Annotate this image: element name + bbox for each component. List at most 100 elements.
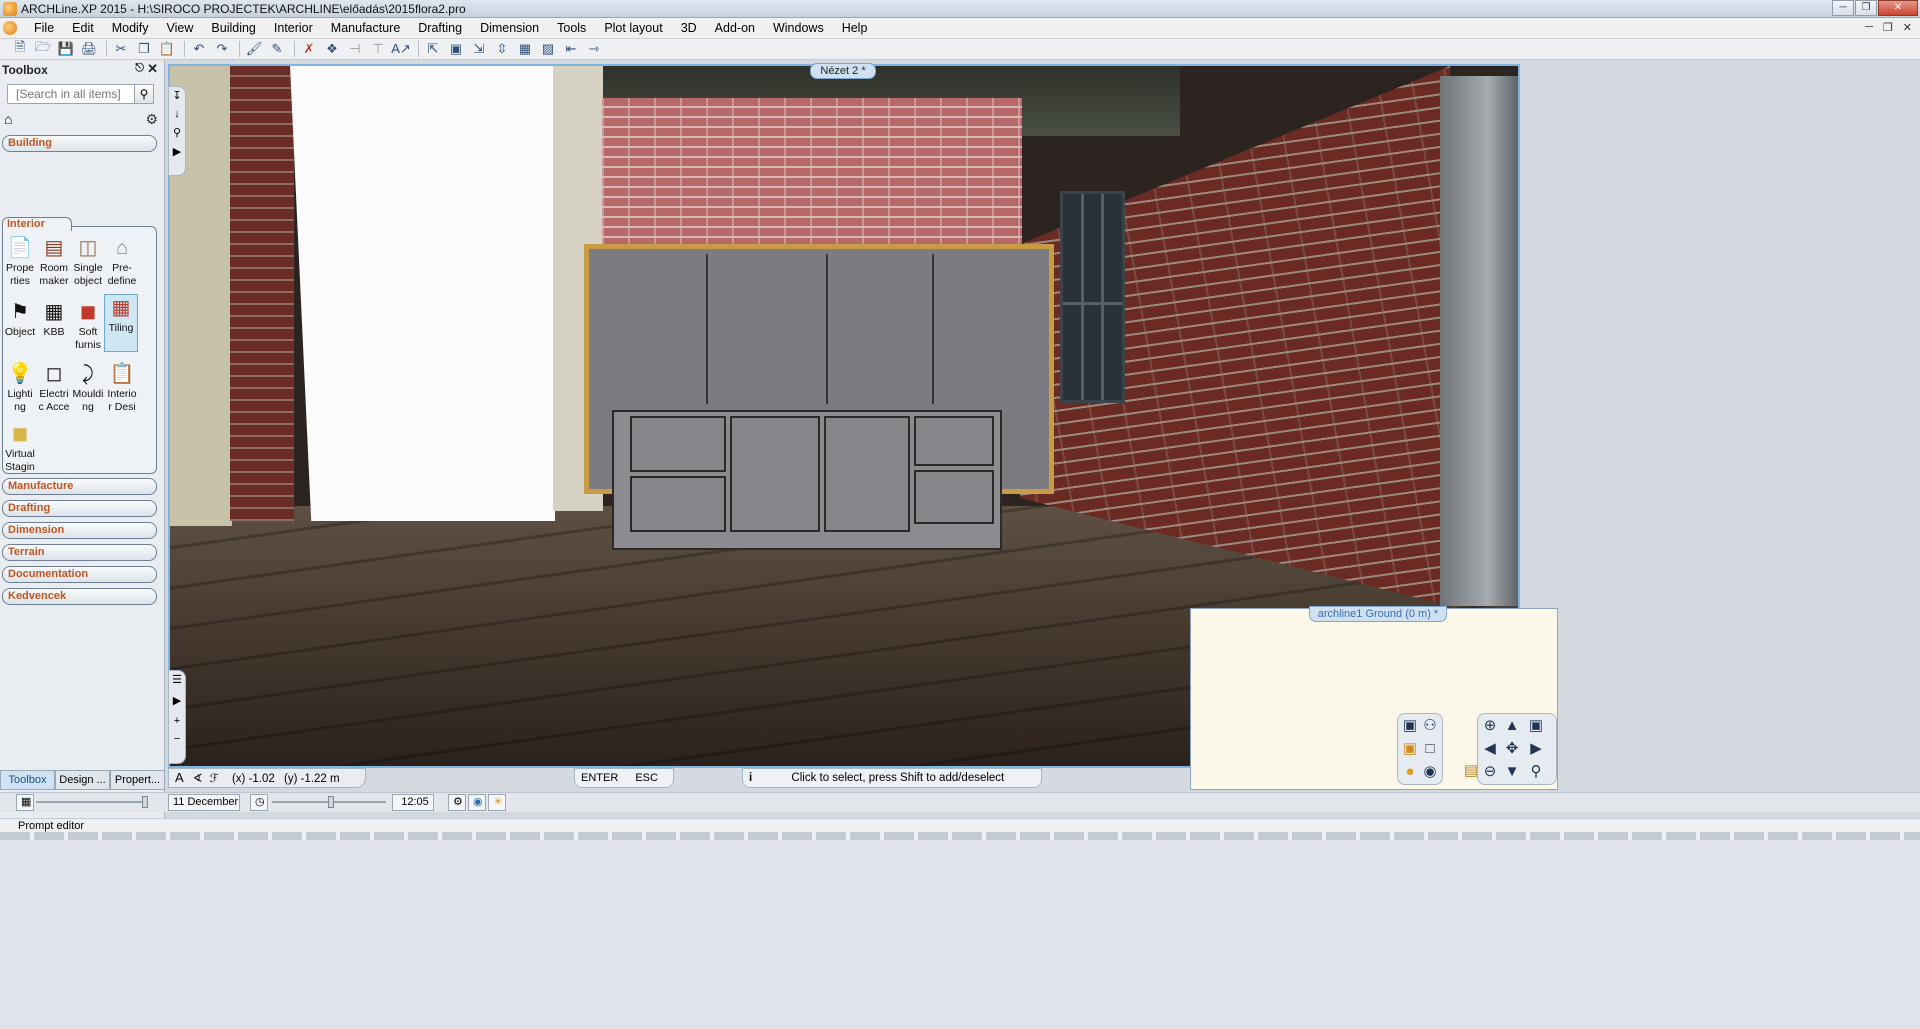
relative-icon[interactable]: ℱ (210, 773, 219, 785)
text-icon[interactable]: A↗ (391, 40, 411, 58)
select-lines-icon[interactable]: ⇲ (469, 40, 489, 58)
layers-icon[interactable]: ▤ (1461, 761, 1481, 781)
minimize-button[interactable]: ─ (1832, 0, 1854, 16)
tool-soft-furnishing[interactable]: ◼ Soft furnis (71, 299, 105, 352)
sun-icon[interactable]: ● (1400, 762, 1420, 782)
camera-icon[interactable]: ▣ (1400, 716, 1420, 736)
play-icon[interactable]: ▶ (169, 145, 185, 158)
menu-drafting[interactable]: Drafting (409, 18, 471, 39)
undo-icon[interactable]: ↶ (189, 40, 209, 58)
mdi-minimize-icon[interactable]: ─ (1865, 21, 1873, 34)
search-icon[interactable]: ⚲ (134, 84, 154, 104)
gear-icon[interactable]: ⚙ (145, 111, 158, 128)
date-field[interactable]: 11 December (168, 794, 240, 811)
pan-icon[interactable]: ✥ (1502, 739, 1522, 759)
print-icon[interactable]: 🖨 (79, 40, 99, 58)
sun-settings-icon[interactable]: ⚙ (448, 794, 466, 811)
date-slider-knob[interactable] (142, 796, 148, 808)
menu-file[interactable]: File (25, 18, 63, 39)
zoom-window-icon[interactable]: ⚲ (1526, 762, 1546, 782)
tool-kbb[interactable]: ▦ KBB (37, 299, 71, 339)
enter-key[interactable]: ENTER (581, 772, 618, 784)
list-icon[interactable]: ☰ (169, 673, 185, 686)
paint-brush-icon[interactable]: 🖌 (244, 40, 264, 58)
walk-down-icon[interactable]: ↓ (169, 108, 185, 120)
menu-add-on[interactable]: Add-on (706, 18, 764, 39)
open-folder-icon[interactable]: 🗁 (33, 39, 53, 58)
hide-icon[interactable]: ↧ (169, 89, 185, 102)
copy-icon[interactable]: ❐ (134, 40, 154, 58)
menu-edit[interactable]: Edit (63, 18, 103, 39)
time-field[interactable]: 12:05 (392, 794, 434, 811)
category-kedvencek[interactable]: Kedvencek (2, 588, 157, 605)
menu-help[interactable]: Help (833, 18, 877, 39)
trim-icon[interactable]: ❖ (322, 40, 342, 58)
zoom-in-icon[interactable]: ⊕ (1480, 716, 1500, 736)
menu-windows[interactable]: Windows (764, 18, 833, 39)
tab-toolbox[interactable]: Toolbox (0, 770, 55, 790)
pencil-icon[interactable]: ✎ (267, 40, 287, 58)
esc-key[interactable]: ESC (635, 772, 658, 784)
new-file-icon[interactable]: 🗎 (10, 39, 30, 58)
menu-view[interactable]: View (158, 18, 203, 39)
select-fence-icon[interactable]: ▨ (538, 40, 558, 58)
category-terrain[interactable]: Terrain (2, 544, 157, 561)
maximize-button[interactable]: ❐ (1855, 0, 1877, 16)
select-window-icon[interactable]: ▣ (446, 40, 466, 58)
zoom-extents-icon[interactable]: ▣ (1526, 716, 1546, 736)
sun-icon[interactable]: ☀ (488, 794, 506, 811)
tool-single-object[interactable]: ◫ Single object (71, 235, 105, 288)
tool-interior-design[interactable]: 📋 Interio r Desi (105, 361, 139, 414)
mdi-close-icon[interactable]: ✕ (1903, 21, 1912, 34)
arrow-right-icon[interactable]: ▶ (1526, 739, 1546, 759)
redo-icon[interactable]: ↷ (212, 40, 232, 58)
select-area-icon[interactable]: ▦ (515, 40, 535, 58)
plus-icon[interactable]: + (169, 715, 185, 727)
tool-properties[interactable]: 📄 Prope rties (3, 235, 37, 288)
tab-properties[interactable]: Propert... (110, 770, 165, 790)
minus-icon[interactable]: − (169, 733, 185, 745)
angle-icon[interactable]: ∢ (193, 773, 203, 785)
select-similar-icon[interactable]: ⇳ (492, 40, 512, 58)
zoom-icon[interactable]: ⚲ (169, 126, 185, 139)
eye-icon[interactable]: ◉ (1420, 762, 1440, 782)
select-previous-icon[interactable]: ⇤ (561, 40, 581, 58)
save-icon[interactable]: 💾 (56, 40, 76, 58)
walk-icon[interactable]: ⚇ (1420, 716, 1440, 736)
mdi-restore-icon[interactable]: ❐ (1883, 21, 1893, 34)
paste-icon[interactable]: 📋 (157, 40, 177, 58)
time-slider[interactable] (272, 796, 386, 808)
menu-dimension[interactable]: Dimension (471, 18, 548, 39)
category-drafting[interactable]: Drafting (2, 500, 157, 517)
app-menu-icon[interactable] (3, 21, 17, 35)
prompt-editor[interactable]: Prompt editor (0, 818, 1920, 832)
select-icon[interactable]: ⇱ (423, 40, 443, 58)
zoom-out-icon[interactable]: ⊖ (1480, 762, 1500, 782)
cube-icon[interactable]: ▣ (1400, 739, 1420, 759)
delete-icon[interactable]: ✗ (299, 40, 319, 58)
category-manufacture[interactable]: Manufacture (2, 478, 157, 495)
menu-interior[interactable]: Interior (265, 18, 322, 39)
align-right-icon[interactable]: ⊤ (368, 40, 388, 58)
tool-object[interactable]: ⚑ Object (3, 299, 37, 339)
menu-modify[interactable]: Modify (103, 18, 158, 39)
time-slider-knob[interactable] (328, 796, 334, 808)
pin-icon[interactable]: ⎋ (135, 62, 144, 75)
menu-tools[interactable]: Tools (548, 18, 595, 39)
menu-building[interactable]: Building (202, 18, 264, 39)
play-icon[interactable]: ▶ (169, 694, 185, 707)
wire-cube-icon[interactable]: □ (1420, 739, 1440, 759)
arrow-left-icon[interactable]: ◀ (1480, 739, 1500, 759)
menu-manufacture[interactable]: Manufacture (322, 18, 409, 39)
home-icon[interactable]: ⌂ (4, 111, 12, 127)
calendar-icon[interactable]: ▦ (16, 794, 34, 811)
arrow-up-icon[interactable]: ▲ (1502, 716, 1522, 736)
category-documentation[interactable]: Documentation (2, 566, 157, 583)
tool-tiling[interactable]: ▦ Tiling (104, 294, 138, 352)
category-dimension[interactable]: Dimension (2, 522, 157, 539)
cut-icon[interactable]: ✂ (111, 40, 131, 58)
clock-icon[interactable]: ◷ (250, 794, 268, 811)
align-left-icon[interactable]: ⊣ (345, 40, 365, 58)
select-filter-icon[interactable]: ⇾ (584, 40, 604, 58)
tool-electric-accessories[interactable]: ◻ Electri c Acce (37, 361, 71, 414)
